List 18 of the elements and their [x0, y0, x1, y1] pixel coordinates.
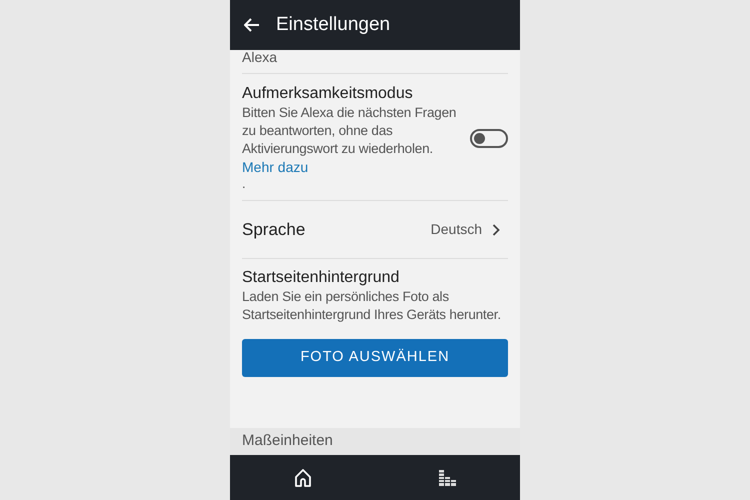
setting-title: Aufmerksamkeitsmodus [242, 84, 414, 104]
language-row[interactable]: Sprache Deutsch [242, 201, 508, 259]
chevron-right-icon [492, 224, 500, 236]
choose-photo-button[interactable]: FOTO AUSWÄHLEN [242, 339, 508, 377]
setting-description: Bitten Sie Alexa die nächsten Fragen zu beantworten, ohne das Aktivierungswort zu wiederholen. [242, 104, 458, 158]
setting-description: Laden Sie ein persönliches Foto als Startseitenhintergrund Ihres Geräts herunter. [242, 288, 502, 324]
more-link[interactable]: Mehr dazu [242, 158, 308, 176]
screen-title: Einstellungen [276, 12, 390, 37]
setting-title: Startseitenhintergrund [242, 268, 400, 288]
equalizer-icon[interactable] [439, 470, 457, 486]
home-icon[interactable] [293, 468, 313, 488]
setting-value: Deutsch [430, 220, 482, 239]
setting-label: Alexa [242, 50, 278, 64]
toggle-switch[interactable] [470, 128, 508, 148]
section-header: Maßeinheiten [242, 431, 333, 452]
back-arrow-icon[interactable] [244, 18, 260, 32]
setting-title: Sprache [242, 218, 306, 241]
note-text: . [242, 176, 246, 192]
